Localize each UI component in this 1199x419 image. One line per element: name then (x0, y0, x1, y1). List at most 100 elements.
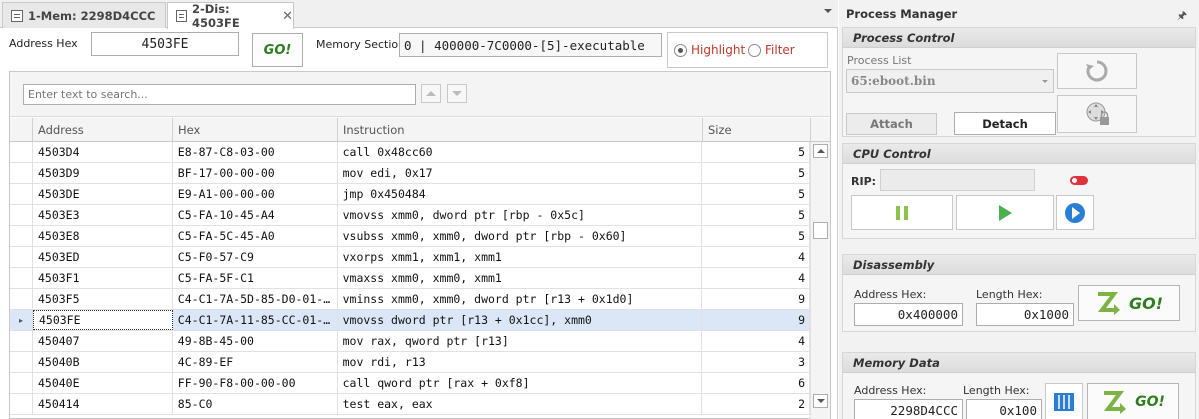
cell-size[interactable]: 6 (702, 373, 810, 393)
cell-size[interactable]: 3 (702, 352, 810, 372)
cell-instruction[interactable]: vmovss dword ptr [r13 + 0x1cc], xmm0 (338, 310, 703, 330)
cell-instruction[interactable]: mov rdi, r13 (338, 352, 703, 372)
column-header-size[interactable]: Size (703, 118, 811, 141)
pin-icon[interactable]: 🖈 (1177, 7, 1187, 26)
dis-go-button[interactable]: GO! (1078, 285, 1180, 321)
cell-address[interactable]: 450407 (33, 331, 173, 351)
table-row[interactable]: 4503ED C5-F0-57-C9 vxorps xmm1, xmm1, xmm1… (10, 247, 810, 268)
cell-instruction[interactable]: vmaxss xmm0, xmm0, xmm1 (338, 268, 703, 288)
tab-menu-chevron-icon[interactable] (824, 9, 832, 13)
scrollbar-thumb[interactable] (813, 222, 828, 239)
tab-dis[interactable]: 2-Dis: 4503FE ✕ (167, 2, 294, 30)
cell-address[interactable]: 4503ED (33, 247, 173, 267)
cell-instruction[interactable]: vsubss xmm0, xmm0, dword ptr [rbp - 0x60… (338, 226, 703, 246)
table-row[interactable]: 45040E FF-90-F8-00-00-00 call qword ptr [r… (10, 373, 810, 394)
cell-address[interactable]: 4503FE (32, 310, 173, 330)
table-row[interactable]: 4503DE E9-A1-00-00-00 jmp 0x450484 5 (10, 184, 810, 205)
cell-address[interactable]: 4503D4 (33, 142, 173, 162)
cell-address[interactable]: 4503F1 (33, 268, 173, 288)
refresh-button[interactable] (1057, 53, 1137, 89)
cell-instruction[interactable]: mov edi, 0x17 (338, 163, 703, 183)
mem-go-button[interactable]: GO! (1087, 383, 1179, 419)
table-row[interactable]: 4503F5 C4-C1-7A-5D-85-D0-01-… vminss xmm0,… (10, 289, 810, 310)
column-header-instruction[interactable]: Instruction (338, 118, 703, 141)
scroll-down-button[interactable] (813, 394, 828, 408)
cell-address[interactable]: 4503DE (33, 184, 173, 204)
step-button[interactable] (1056, 195, 1094, 230)
cell-size[interactable]: 4 (702, 268, 810, 288)
cell-instruction[interactable]: mov rax, qword ptr [r13] (338, 331, 703, 351)
cell-size[interactable]: 2 (702, 394, 810, 414)
locked-target-button[interactable] (1057, 95, 1137, 133)
cell-size[interactable]: 5 (702, 184, 810, 204)
cell-hex[interactable]: FF-90-F8-00-00-00 (173, 373, 338, 393)
column-header-address[interactable]: Address (33, 118, 173, 141)
cell-address[interactable]: 450414 (33, 394, 173, 414)
highlight-radio[interactable]: Highlight (674, 43, 745, 57)
cell-hex[interactable]: C4-C1-7A-5D-85-D0-01-… (173, 289, 338, 309)
dis-address-input[interactable]: 0x400000 (854, 303, 963, 326)
column-header-hex[interactable]: Hex (173, 118, 338, 141)
process-select[interactable]: 65:eboot.bin (846, 69, 1054, 93)
cell-address[interactable]: 4503D9 (33, 163, 173, 183)
cell-hex[interactable]: C5-FA-10-45-A4 (173, 205, 338, 225)
scroll-up-button[interactable] (813, 144, 828, 158)
table-row[interactable]: 4503E3 C5-FA-10-45-A4 vmovss xmm0, dword p… (10, 205, 810, 226)
table-row[interactable]: 4503F1 C5-FA-5F-C1 vmaxss xmm0, xmm0, xmm1… (10, 268, 810, 289)
cell-hex[interactable]: E9-A1-00-00-00 (173, 184, 338, 204)
memory-section-select[interactable]: 0 | 400000-7C0000-[5]-executable (399, 33, 662, 57)
search-input[interactable] (23, 84, 416, 105)
detach-button[interactable]: Detach (954, 112, 1056, 135)
memory-view-button[interactable] (1045, 383, 1083, 419)
cell-size[interactable]: 4 (702, 247, 810, 267)
cell-address[interactable]: 45040E (33, 373, 173, 393)
tab-mem[interactable]: 1-Mem: 2298D4CCC (2, 2, 166, 28)
toggle-switch[interactable] (1070, 176, 1088, 185)
table-row[interactable]: 4503D9 BF-17-00-00-00 mov edi, 0x17 5 (10, 163, 810, 184)
cell-hex[interactable]: E8-87-C8-03-00 (173, 142, 338, 162)
table-row[interactable]: ▸ 4503FE C4-C1-7A-11-85-CC-01-… vmovss dwor… (10, 310, 810, 331)
cell-hex[interactable]: C5-F0-57-C9 (173, 247, 338, 267)
cell-instruction[interactable]: vminss xmm0, xmm0, dword ptr [r13 + 0x1d… (338, 289, 703, 309)
search-next-button[interactable] (447, 84, 467, 103)
cell-instruction[interactable]: test eax, eax (338, 394, 703, 414)
address-input[interactable]: 4503FE (91, 32, 239, 56)
cell-address[interactable]: 45040B (33, 352, 173, 372)
cell-size[interactable]: 5 (702, 163, 810, 183)
table-row[interactable]: 4503D4 E8-87-C8-03-00 call 0x48cc60 5 (10, 142, 810, 163)
cell-instruction[interactable]: vmovss xmm0, dword ptr [rbp - 0x5c] (338, 205, 703, 225)
cell-address[interactable]: 4503E3 (33, 205, 173, 225)
mem-address-input[interactable]: 2298D4CCC (854, 399, 963, 419)
cell-size[interactable]: 9 (702, 289, 810, 309)
go-button[interactable]: GO! (252, 33, 303, 67)
attach-button[interactable]: Attach (846, 113, 937, 135)
pause-button[interactable] (851, 195, 953, 230)
table-row[interactable]: 45040B 4C-89-EF mov rdi, r13 3 (10, 352, 810, 373)
cell-size[interactable]: 4 (702, 331, 810, 351)
cell-hex[interactable]: 4C-89-EF (173, 352, 338, 372)
cell-hex[interactable]: C5-FA-5F-C1 (173, 268, 338, 288)
cell-size[interactable]: 9 (702, 310, 810, 330)
cell-address[interactable]: 4503F5 (33, 289, 173, 309)
close-icon[interactable]: ✕ (282, 9, 293, 24)
table-row[interactable]: 450407 49-8B-45-00 mov rax, qword ptr [r13… (10, 331, 810, 352)
filter-radio[interactable]: Filter (748, 43, 795, 57)
mem-length-input[interactable]: 0x100 (966, 399, 1042, 419)
cell-hex[interactable]: 85-C0 (173, 394, 338, 414)
table-row[interactable]: 450414 85-C0 test eax, eax 2 (10, 394, 810, 415)
cell-size[interactable]: 5 (702, 205, 810, 225)
cell-hex[interactable]: BF-17-00-00-00 (173, 163, 338, 183)
cell-hex[interactable]: 49-8B-45-00 (173, 331, 338, 351)
cell-instruction[interactable]: vxorps xmm1, xmm1, xmm1 (338, 247, 703, 267)
cell-instruction[interactable]: call 0x48cc60 (338, 142, 703, 162)
cell-hex[interactable]: C4-C1-7A-11-85-CC-01-… (173, 310, 338, 330)
vertical-scrollbar[interactable] (810, 142, 830, 419)
cell-address[interactable]: 4503E8 (33, 226, 173, 246)
cell-size[interactable]: 5 (702, 226, 810, 246)
dis-length-input[interactable]: 0x1000 (976, 303, 1074, 326)
search-prev-button[interactable] (421, 84, 441, 103)
cell-instruction[interactable]: jmp 0x450484 (338, 184, 703, 204)
cell-hex[interactable]: C5-FA-5C-45-A0 (173, 226, 338, 246)
cell-instruction[interactable]: call qword ptr [rax + 0xf8] (338, 373, 703, 393)
play-button[interactable] (956, 195, 1054, 230)
